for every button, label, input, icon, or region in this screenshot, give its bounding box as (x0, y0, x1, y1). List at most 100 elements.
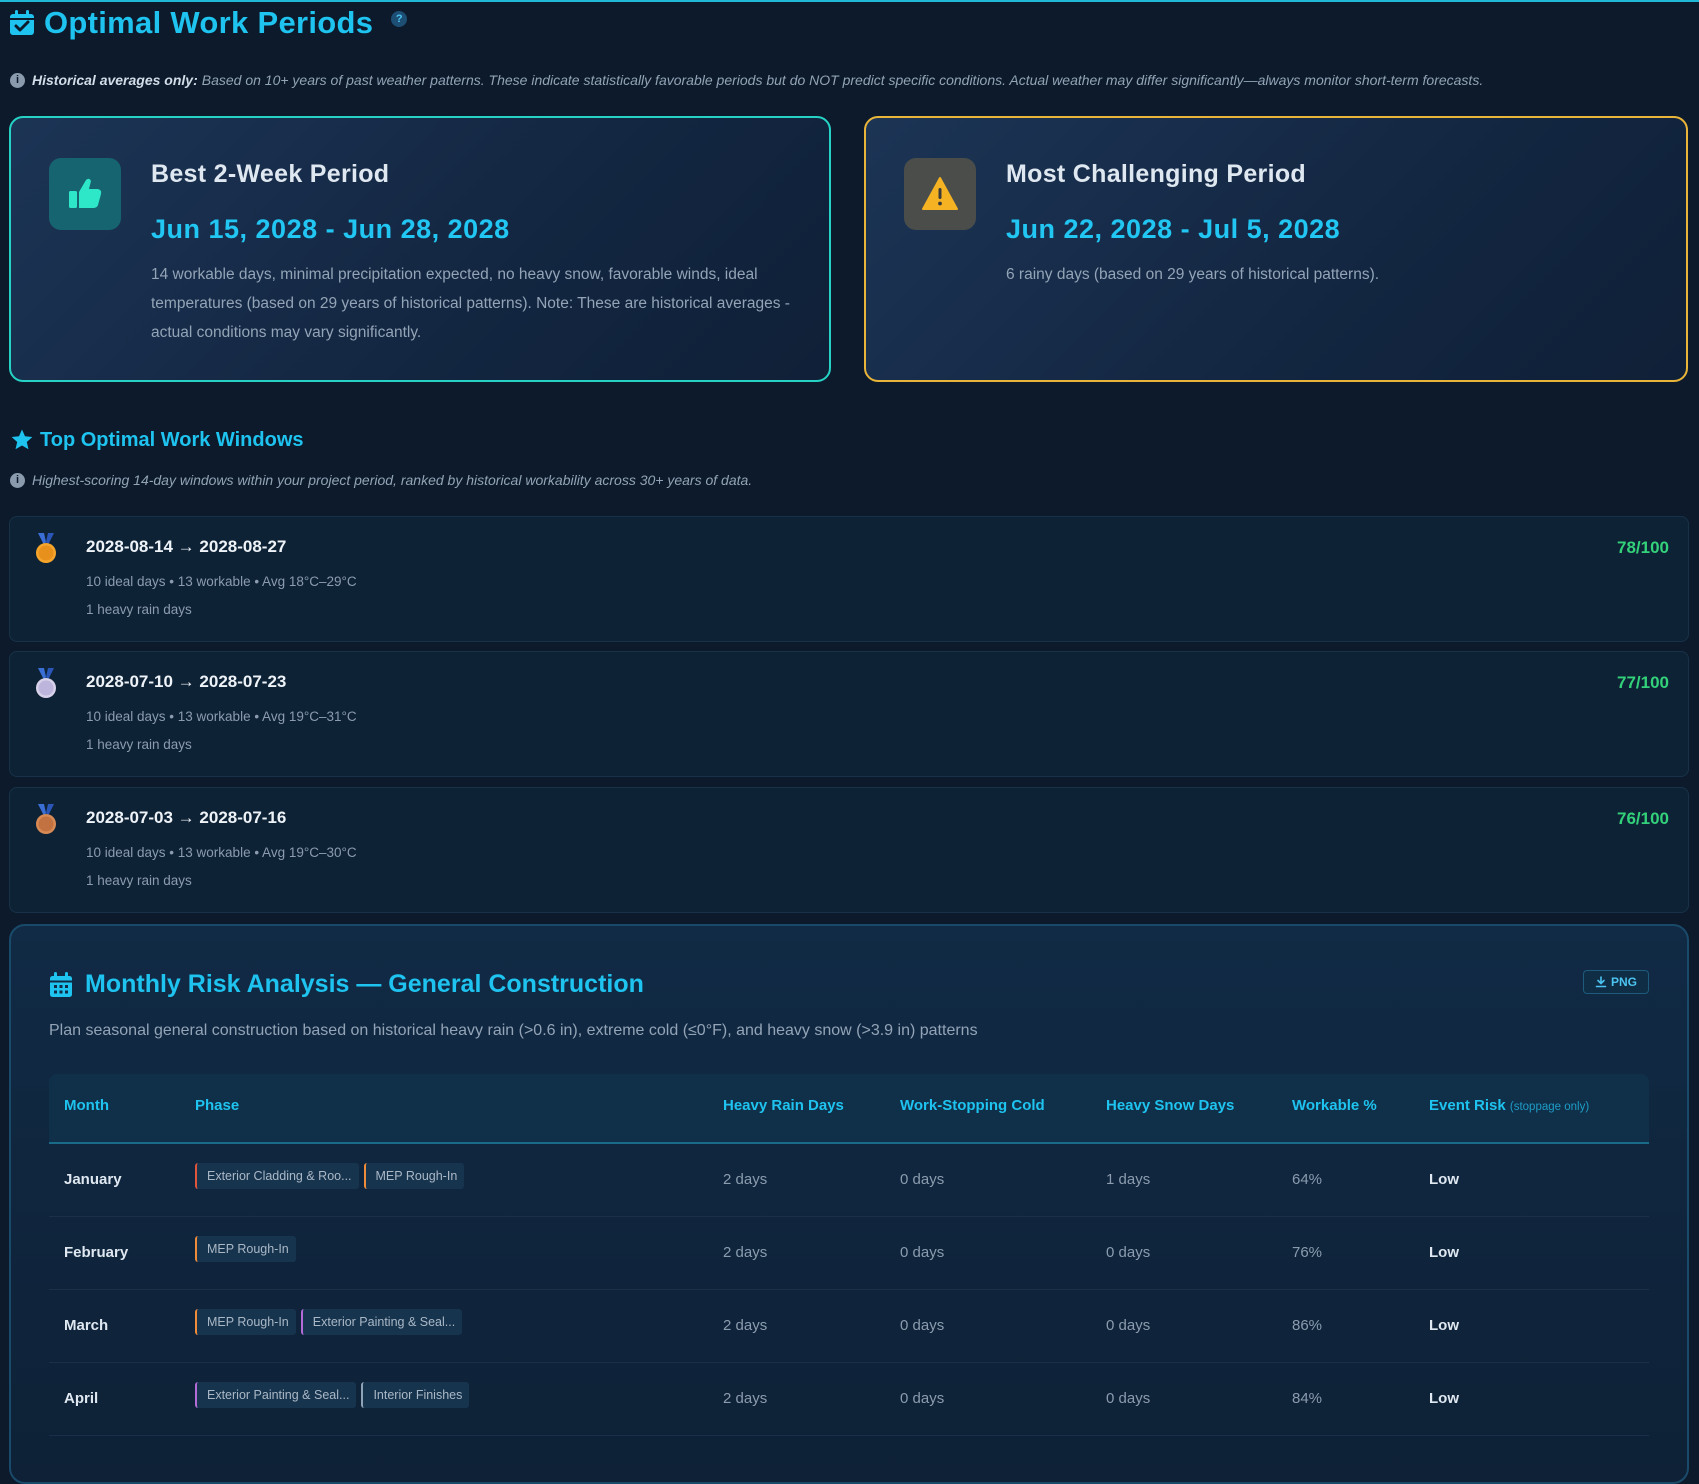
cell-event-risk: Low (1429, 1317, 1459, 1334)
phase-tag: MEP Rough-In (195, 1309, 296, 1335)
table-row: February MEP Rough-In 2 days 0 days 0 da… (49, 1217, 1649, 1290)
best-period-card: Best 2-Week Period Jun 15, 2028 - Jun 28… (9, 116, 831, 382)
window-heavy-rain: 1 heavy rain days (86, 737, 192, 752)
best-period-heading: Best 2-Week Period (151, 160, 390, 188)
table-row: April Exterior Painting & Seal... Interi… (49, 1363, 1649, 1436)
cell-workable: 76% (1292, 1244, 1323, 1261)
disclaimer-text: Based on 10+ years of past weather patte… (201, 72, 1484, 88)
window-score: 76/100 (1617, 809, 1669, 828)
gold-medal-icon (36, 533, 56, 563)
window-heavy-rain: 1 heavy rain days (86, 873, 192, 888)
disclaimer-bold: Historical averages only: (32, 72, 198, 88)
top-windows-subtitle: i Highest-scoring 14-day windows within … (10, 472, 752, 488)
cell-heavy-rain: 2 days (723, 1171, 768, 1188)
cell-month: February (64, 1244, 129, 1261)
cell-workable: 84% (1292, 1390, 1323, 1407)
top-windows-title: Top Optimal Work Windows (40, 428, 304, 451)
calendar-check-icon (10, 10, 34, 35)
info-icon: i (10, 72, 25, 88)
window-range: 2028-07-10 → 2028-07-23 (86, 672, 287, 691)
cell-heavy-rain: 2 days (723, 1390, 768, 1407)
window-score: 78/100 (1617, 538, 1669, 557)
work-window-card[interactable]: 2028-07-03 → 2028-07-16 10 ideal days • … (9, 787, 1689, 913)
cell-workable: 86% (1292, 1317, 1323, 1334)
phase-tag: Exterior Painting & Seal... (195, 1382, 357, 1408)
cell-cold: 0 days (900, 1390, 945, 1407)
table-header: Month Phase Heavy Rain Days Work-Stoppin… (49, 1074, 1649, 1144)
event-risk-label: Event Risk (1429, 1097, 1506, 1114)
challenging-period-heading: Most Challenging Period (1006, 160, 1306, 188)
table-row: March MEP Rough-In Exterior Painting & S… (49, 1290, 1649, 1363)
table-row: January Exterior Cladding & Roo... MEP R… (49, 1144, 1649, 1217)
monthly-risk-table: Month Phase Heavy Rain Days Work-Stoppin… (49, 1074, 1649, 1436)
window-score: 77/100 (1617, 673, 1669, 692)
cell-phases: MEP Rough-In (195, 1236, 296, 1262)
silver-medal-icon (36, 668, 56, 698)
monthly-risk-subtitle: Plan seasonal general construction based… (49, 1022, 978, 1039)
best-period-description: 14 workable days, minimal precipitation … (151, 266, 790, 341)
work-window-card[interactable]: 2028-08-14 → 2028-08-27 10 ideal days • … (9, 516, 1689, 642)
top-accent-line (0, 0, 1699, 2)
cell-month: March (64, 1317, 109, 1334)
cell-workable: 64% (1292, 1171, 1323, 1188)
best-period-range: Jun 15, 2028 - Jun 28, 2028 (151, 214, 510, 244)
cell-event-risk: Low (1429, 1171, 1459, 1188)
cell-month: April (64, 1390, 99, 1407)
column-header-month: Month (64, 1097, 109, 1114)
column-header-heavy-rain: Heavy Rain Days (723, 1097, 844, 1114)
download-icon (1595, 976, 1607, 988)
star-icon (11, 429, 33, 450)
window-stats: 10 ideal days • 13 workable • Avg 18°C–2… (86, 574, 357, 589)
phase-tag: Exterior Cladding & Roo... (195, 1163, 359, 1189)
historical-disclaimer: i Historical averages only: Based on 10+… (10, 72, 1483, 88)
monthly-risk-panel: Monthly Risk Analysis — General Construc… (9, 924, 1689, 1484)
thumbs-up-icon (49, 158, 121, 230)
cell-event-risk: Low (1429, 1244, 1459, 1261)
cell-phases: MEP Rough-In Exterior Painting & Seal... (195, 1309, 463, 1335)
cell-cold: 0 days (900, 1317, 945, 1334)
top-windows-header: Top Optimal Work Windows (10, 428, 304, 452)
challenging-period-range: Jun 22, 2028 - Jul 5, 2028 (1006, 214, 1341, 244)
page-header: Optimal Work Periods ? (8, 4, 408, 42)
cell-heavy-snow: 0 days (1106, 1244, 1151, 1261)
column-header-event-risk: Event Risk (stoppage only) (1429, 1097, 1589, 1114)
window-stats: 10 ideal days • 13 workable • Avg 19°C–3… (86, 709, 357, 724)
column-header-phase: Phase (195, 1097, 240, 1114)
phase-tag: MEP Rough-In (363, 1163, 465, 1189)
warning-icon (904, 158, 976, 230)
cell-heavy-rain: 2 days (723, 1317, 768, 1334)
page-title: Optimal Work Periods (44, 5, 374, 40)
cell-phases: Exterior Cladding & Roo... MEP Rough-In (195, 1163, 465, 1189)
column-header-workable: Workable % (1292, 1097, 1377, 1114)
cell-cold: 0 days (900, 1244, 945, 1261)
phase-tag: Exterior Painting & Seal... (300, 1309, 463, 1335)
download-png-button[interactable]: PNG (1583, 970, 1649, 994)
window-range: 2028-07-03 → 2028-07-16 (86, 808, 287, 827)
top-windows-subtitle-text: Highest-scoring 14-day windows within yo… (32, 472, 753, 488)
calendar-icon (50, 971, 72, 997)
cell-heavy-rain: 2 days (723, 1244, 768, 1261)
help-icon[interactable]: ? (391, 11, 408, 27)
window-heavy-rain: 1 heavy rain days (86, 602, 192, 617)
column-header-cold: Work-Stopping Cold (900, 1097, 1045, 1114)
cell-heavy-snow: 0 days (1106, 1317, 1151, 1334)
window-stats: 10 ideal days • 13 workable • Avg 19°C–3… (86, 845, 357, 860)
monthly-risk-header: Monthly Risk Analysis — General Construc… (49, 970, 644, 999)
window-range: 2028-08-14 → 2028-08-27 (86, 537, 287, 556)
cell-heavy-snow: 0 days (1106, 1390, 1151, 1407)
cell-phases: Exterior Painting & Seal... Interior Fin… (195, 1382, 470, 1408)
event-risk-note: (stoppage only) (1509, 1101, 1590, 1113)
phase-tag: MEP Rough-In (195, 1236, 296, 1262)
challenging-period-description: 6 rainy days (based on 29 years of histo… (1006, 266, 1380, 283)
bronze-medal-icon (36, 804, 56, 834)
cell-month: January (64, 1171, 122, 1188)
download-png-label: PNG (1610, 975, 1637, 989)
challenging-period-card: Most Challenging Period Jun 22, 2028 - J… (864, 116, 1688, 382)
phase-tag: Interior Finishes (361, 1382, 470, 1408)
column-header-heavy-snow: Heavy Snow Days (1106, 1097, 1235, 1114)
work-window-card[interactable]: 2028-07-10 → 2028-07-23 10 ideal days • … (9, 651, 1689, 777)
info-icon: i (10, 472, 25, 488)
monthly-risk-title: Monthly Risk Analysis — General Construc… (85, 970, 644, 998)
cell-event-risk: Low (1429, 1390, 1459, 1407)
cell-heavy-snow: 1 days (1106, 1171, 1151, 1188)
